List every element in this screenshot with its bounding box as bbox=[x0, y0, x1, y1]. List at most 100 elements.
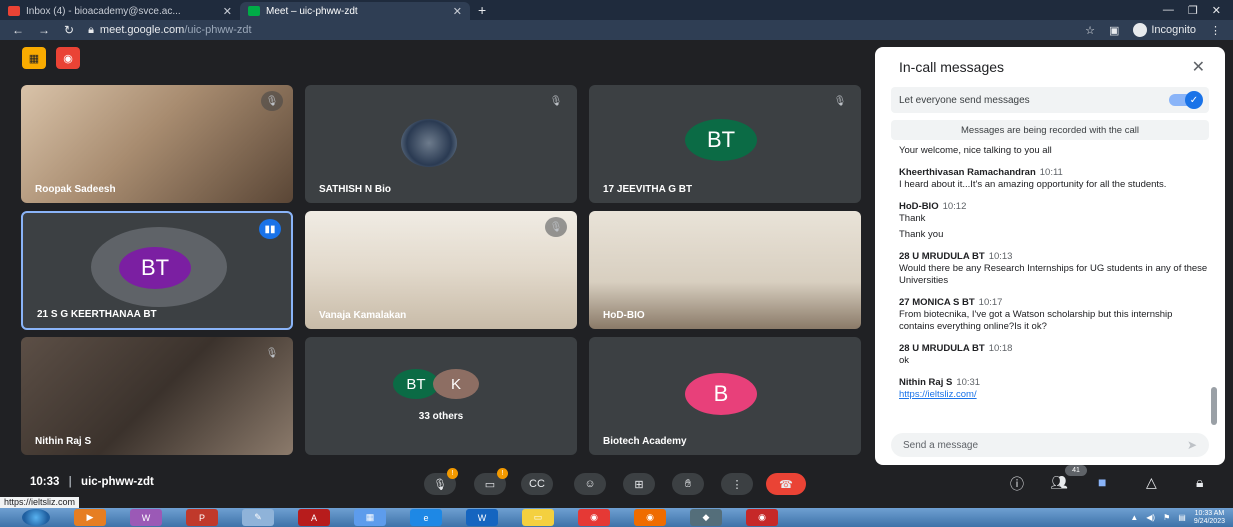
reactions-button[interactable]: ☺ bbox=[574, 473, 606, 495]
flag-icon[interactable]: ⚑ bbox=[1163, 513, 1170, 522]
firefox-icon[interactable]: ◉ bbox=[634, 509, 666, 526]
close-icon[interactable]: ✕ bbox=[223, 5, 232, 18]
folder-icon[interactable]: ▭ bbox=[522, 509, 554, 526]
message-time: 10:31 bbox=[956, 377, 981, 388]
window-controls: — ❐ ✕ bbox=[1163, 4, 1233, 17]
layout-icon[interactable]: ▦ bbox=[22, 47, 46, 69]
forward-icon[interactable]: → bbox=[38, 23, 50, 37]
lock-icon: 🔒︎ bbox=[88, 23, 94, 36]
incognito-indicator[interactable]: Incognito bbox=[1133, 23, 1196, 37]
participant-name: Roopak Sadeesh bbox=[35, 184, 116, 195]
hangup-icon: ☎︎ bbox=[779, 478, 793, 491]
side-panel-icon[interactable]: ▣ bbox=[1109, 24, 1119, 37]
reload-icon[interactable]: ↻ bbox=[64, 23, 74, 37]
system-tray: ▲ ◀) ⚑ ▤ 10:33 AM 9/24/2023 bbox=[1130, 510, 1233, 526]
leave-call-button[interactable]: ☎︎ bbox=[766, 473, 806, 495]
wps-icon[interactable]: W bbox=[130, 509, 162, 526]
acrobat-icon[interactable]: A bbox=[298, 509, 330, 526]
participant-tile-sathish[interactable]: 🎙︎ SATHISH N Bio bbox=[305, 85, 577, 203]
participant-count-badge: 41 bbox=[1065, 465, 1087, 476]
allow-messages-toggle[interactable]: ✓ bbox=[1169, 91, 1203, 109]
participant-tile-nithin[interactable]: 🎙︎ Nithin Raj S bbox=[21, 337, 293, 455]
profile-photo bbox=[401, 119, 457, 167]
send-icon[interactable]: ➤ bbox=[1187, 438, 1197, 452]
present-button[interactable]: ⊞ bbox=[623, 473, 655, 495]
message-scrollbar[interactable] bbox=[1211, 387, 1217, 425]
network-icon[interactable]: ▤ bbox=[1178, 513, 1186, 522]
recording-icon[interactable]: ◉ bbox=[56, 47, 80, 69]
message-time: 10:11 bbox=[1039, 167, 1063, 178]
message-link[interactable]: https://ieltsliz.com/ bbox=[899, 389, 1209, 401]
captions-icon: CC bbox=[529, 478, 545, 490]
initials-avatar: BT bbox=[119, 247, 191, 289]
tray-arrow-icon[interactable]: ▲ bbox=[1130, 513, 1138, 522]
initials-avatar: K bbox=[433, 369, 479, 399]
participant-tile-roopak[interactable]: 🎙︎ Roopak Sadeesh bbox=[21, 85, 293, 203]
warning-badge-icon: ! bbox=[497, 468, 508, 479]
participant-tile-vanaja[interactable]: 🎙︎ Vanaja Kamalakan bbox=[305, 211, 577, 329]
more-options-button[interactable]: ⋮ bbox=[721, 473, 753, 495]
activities-icon[interactable]: △ bbox=[1146, 474, 1157, 491]
camera-button[interactable]: ▭! bbox=[474, 468, 508, 495]
browser-menu-icon[interactable]: ⋮ bbox=[1210, 24, 1221, 37]
message-sender: 27 MONICA S BT bbox=[899, 297, 975, 308]
back-icon[interactable]: ← bbox=[12, 23, 24, 37]
restore-icon[interactable]: ❐ bbox=[1188, 4, 1198, 17]
emoji-icon: ☺ bbox=[584, 478, 596, 490]
volume-icon[interactable]: ◀) bbox=[1146, 513, 1155, 522]
message-group: 28 U MRUDULA BT 10:18 ok bbox=[899, 343, 1209, 367]
paint-icon[interactable]: ✎ bbox=[242, 509, 274, 526]
message-group: HoD-BIO 10:12 Thank Thank you bbox=[899, 201, 1209, 241]
new-tab-icon[interactable]: + bbox=[478, 2, 486, 18]
captions-button[interactable]: CC bbox=[521, 473, 553, 495]
participant-tile-keerthanaa[interactable]: ▮▮ BT 21 S G KEERTHANAA BT bbox=[21, 211, 293, 330]
close-icon[interactable]: ✕ bbox=[1192, 57, 1205, 77]
meeting-code: uic-phww-zdt bbox=[81, 476, 154, 488]
tab-meet[interactable]: Meet – uic-phww-zdt ✕ bbox=[240, 2, 470, 20]
media-player-icon[interactable]: ▶ bbox=[74, 509, 106, 526]
participant-tile-hod[interactable]: HoD-BIO bbox=[589, 211, 861, 329]
start-button-icon[interactable] bbox=[22, 509, 50, 526]
message-sender: HoD-BIO bbox=[899, 201, 939, 212]
message-time: 10:12 bbox=[942, 201, 967, 212]
participant-tile-jeevitha[interactable]: 🎙︎ BT 17 JEEVITHA G BT bbox=[589, 85, 861, 203]
participant-tile-biotech[interactable]: B Biotech Academy bbox=[589, 337, 861, 455]
raise-hand-button[interactable]: ✋︎ bbox=[672, 473, 704, 495]
clock[interactable]: 10:33 AM 9/24/2023 bbox=[1194, 510, 1225, 526]
tab-inbox[interactable]: Inbox (4) - bioacademy@svce.ac... ✕ bbox=[0, 2, 240, 20]
browser-tab-bar: Inbox (4) - bioacademy@svce.ac... ✕ Meet… bbox=[0, 0, 1233, 20]
people-icon[interactable]: 👥︎ bbox=[1050, 474, 1068, 491]
minimize-icon[interactable]: — bbox=[1163, 4, 1174, 17]
close-icon[interactable]: ✕ bbox=[453, 5, 462, 18]
message-text: Thank you bbox=[899, 229, 944, 240]
participant-name: 17 JEEVITHA G BT bbox=[603, 184, 693, 195]
mic-button[interactable]: 🎙︎! bbox=[424, 468, 458, 495]
host-controls-icon[interactable]: 🔒︎ bbox=[1196, 474, 1203, 491]
mic-off-icon: 🎙︎ bbox=[261, 91, 283, 111]
message-time: 10:13 bbox=[988, 251, 1013, 262]
chrome-active-icon[interactable]: ◉ bbox=[746, 509, 778, 526]
message-time: 10:17 bbox=[978, 297, 1003, 308]
meeting-details-icon[interactable]: ⓘ bbox=[1010, 474, 1024, 494]
mic-off-icon: 🎙︎ bbox=[833, 95, 847, 107]
url-field[interactable]: 🔒︎ meet.google.com/uic-phww-zdt bbox=[88, 24, 252, 37]
chrome-icon[interactable]: ◉ bbox=[578, 509, 610, 526]
message-group: 27 MONICA S BT 10:17 From biotecnika, I'v… bbox=[899, 297, 1209, 333]
in-call-messages-panel: In-call messages ✕ Let everyone send mes… bbox=[875, 47, 1225, 465]
ie-icon[interactable]: e bbox=[410, 509, 442, 526]
tab-title: Inbox (4) - bioacademy@svce.ac... bbox=[26, 5, 181, 17]
message-sender: Kheerthivasan Ramachandran bbox=[899, 167, 1036, 178]
send-message-input[interactable]: Send a message ➤ bbox=[891, 433, 1209, 457]
word-icon[interactable]: W bbox=[466, 509, 498, 526]
participant-name: 21 S G KEERTHANAA BT bbox=[37, 309, 157, 320]
message-group: Kheerthivasan Ramachandran 10:11 I heard … bbox=[899, 167, 1209, 191]
participant-name: Biotech Academy bbox=[603, 436, 687, 447]
chat-icon[interactable]: ■ bbox=[1098, 474, 1106, 490]
close-window-icon[interactable]: ✕ bbox=[1212, 4, 1221, 17]
app-icon[interactable]: ◆ bbox=[690, 509, 722, 526]
participant-tile-others[interactable]: BT K 33 others bbox=[305, 337, 577, 455]
explorer-window-icon[interactable]: ▦ bbox=[354, 509, 386, 526]
powerpoint-icon[interactable]: P bbox=[186, 509, 218, 526]
message-sender: 28 U MRUDULA BT bbox=[899, 343, 985, 354]
bookmark-star-icon[interactable]: ☆ bbox=[1085, 24, 1095, 37]
